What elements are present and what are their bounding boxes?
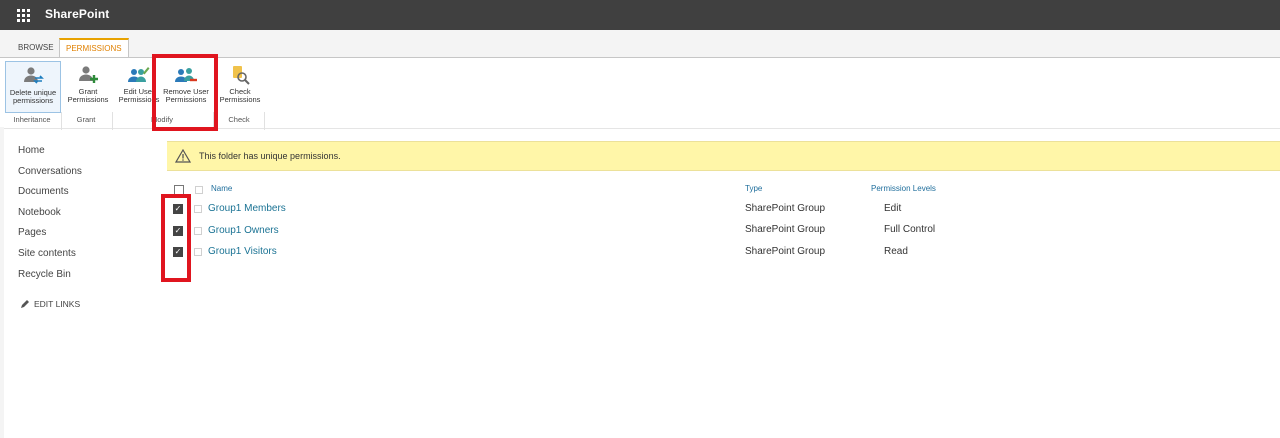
edit-user-permissions-icon	[128, 67, 150, 82]
grant-line2: Permissions	[67, 95, 109, 104]
table-row-type: SharePoint Group	[745, 224, 826, 235]
warning-icon	[175, 149, 191, 163]
table-row-name-link[interactable]: Group1 Visitors	[208, 246, 277, 257]
header-item-icon	[195, 186, 203, 194]
nav-link-site-contents[interactable]: Site contents	[18, 247, 82, 268]
page-left-border	[0, 127, 4, 438]
column-header-permission-levels[interactable]: Permission Levels	[871, 184, 936, 193]
check-permissions-icon	[233, 66, 250, 85]
table-row-level: Read	[884, 246, 908, 257]
row-item-icon	[194, 248, 202, 256]
group-separator	[112, 112, 113, 130]
nav-link-recycle-bin[interactable]: Recycle Bin	[18, 268, 82, 289]
suite-bar: SharePoint	[0, 0, 1280, 30]
unique-permissions-banner: This folder has unique permissions.	[167, 141, 1280, 171]
nav-link-conversations[interactable]: Conversations	[18, 165, 82, 186]
column-header-name[interactable]: Name	[211, 184, 232, 193]
group-separator	[61, 112, 62, 130]
tab-permissions[interactable]: PERMISSIONS	[59, 38, 129, 59]
nav-link-home[interactable]: Home	[18, 144, 82, 165]
grant-permissions-icon	[79, 66, 98, 83]
row-item-icon	[194, 205, 202, 213]
ribbon-tab-row	[0, 30, 1280, 57]
tab-browse[interactable]: BROWSE	[12, 39, 60, 56]
app-name[interactable]: SharePoint	[45, 7, 109, 21]
banner-message: This folder has unique permissions.	[199, 151, 341, 161]
delete-permissions-icon	[24, 67, 44, 84]
group-label-check: Check	[228, 115, 250, 124]
edit-links-button[interactable]: EDIT LINKS	[20, 299, 80, 309]
group-separator	[264, 112, 265, 130]
table-row-name-link[interactable]: Group1 Members	[208, 203, 286, 214]
column-header-type[interactable]: Type	[745, 184, 762, 193]
quick-launch-nav: Home Conversations Documents Notebook Pa…	[18, 144, 82, 288]
app-launcher-icon[interactable]	[8, 0, 38, 30]
delete-unique-permissions-button[interactable]: Delete unique permissions	[5, 61, 61, 113]
group-label-inheritance: Inheritance	[13, 115, 51, 124]
nav-link-documents[interactable]: Documents	[18, 185, 82, 206]
highlight-remove-user-button	[152, 54, 218, 131]
nav-link-notebook[interactable]: Notebook	[18, 206, 82, 227]
row-item-icon	[194, 227, 202, 235]
highlight-row-checkboxes	[161, 194, 191, 282]
check-line2: Permissions	[219, 95, 261, 104]
check-permissions-button[interactable]: Check Permissions	[213, 61, 267, 111]
delete-unique-line2: permissions	[12, 96, 53, 105]
table-row-type: SharePoint Group	[745, 246, 826, 257]
grant-permissions-button[interactable]: Grant Permissions	[61, 61, 115, 111]
nav-link-pages[interactable]: Pages	[18, 226, 82, 247]
table-row-level: Edit	[884, 203, 902, 214]
table-row-name-link[interactable]: Group1 Owners	[208, 225, 279, 236]
edit-links-label: EDIT LINKS	[34, 299, 81, 309]
table-row-level: Full Control	[884, 224, 936, 235]
group-label-grant: Grant	[76, 115, 96, 124]
pencil-icon	[21, 299, 29, 308]
table-row-type: SharePoint Group	[745, 203, 826, 214]
